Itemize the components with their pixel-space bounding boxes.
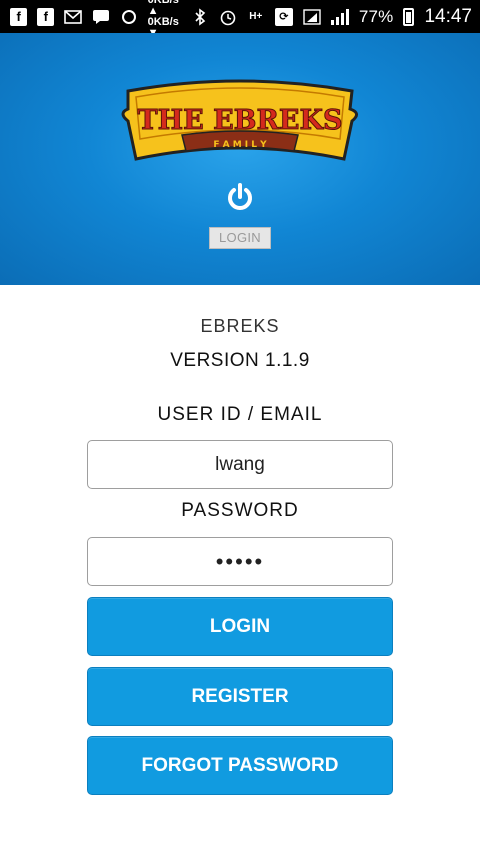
mail-icon (64, 8, 83, 26)
alarm-icon (219, 8, 237, 26)
battery-icon (403, 7, 415, 26)
clock: 14:47 (424, 5, 472, 27)
ebreks-logo: THE EBREKS F A M I L Y (121, 79, 358, 161)
user-id-label: USER ID / EMAIL (157, 404, 323, 425)
battery-percent: 77% (358, 6, 394, 26)
net-up-text: 0KB/s ▲ (147, 0, 179, 17)
facebook-icon: f (37, 7, 55, 26)
password-label: PASSWORD (181, 500, 299, 521)
facebook-icon: f (10, 7, 28, 26)
version-label: VERSION 1.1.9 (170, 350, 310, 371)
logo-subtitle: F A M I L Y (213, 140, 267, 150)
user-id-input[interactable] (87, 440, 393, 489)
chat-icon (92, 8, 110, 26)
power-icon[interactable] (226, 183, 254, 213)
signal-icon (330, 8, 349, 25)
sync-icon (120, 8, 137, 26)
bluetooth-icon (191, 7, 209, 26)
app-name: EBREKS (200, 316, 280, 336)
login-button[interactable]: LOGIN (87, 597, 393, 656)
hero-login-button[interactable]: LOGIN (209, 227, 271, 249)
forgot-password-button[interactable]: FORGOT PASSWORD (87, 736, 393, 795)
network-type-icon: H+ (249, 11, 263, 22)
hero-banner: THE EBREKS F A M I L Y LOGIN (0, 33, 480, 285)
status-bar-right: H+ ⟳ 77% 14:47 (191, 6, 472, 28)
register-button[interactable]: REGISTER (87, 667, 393, 726)
wifi-icon (303, 8, 321, 26)
data-icon: ⟳ (274, 7, 293, 26)
password-input[interactable] (87, 537, 393, 586)
logo-title: THE EBREKS (138, 105, 343, 136)
status-bar: f f 0KB/s ▲ 0KB/s ▼ H+ ⟳ 77% (0, 0, 480, 38)
